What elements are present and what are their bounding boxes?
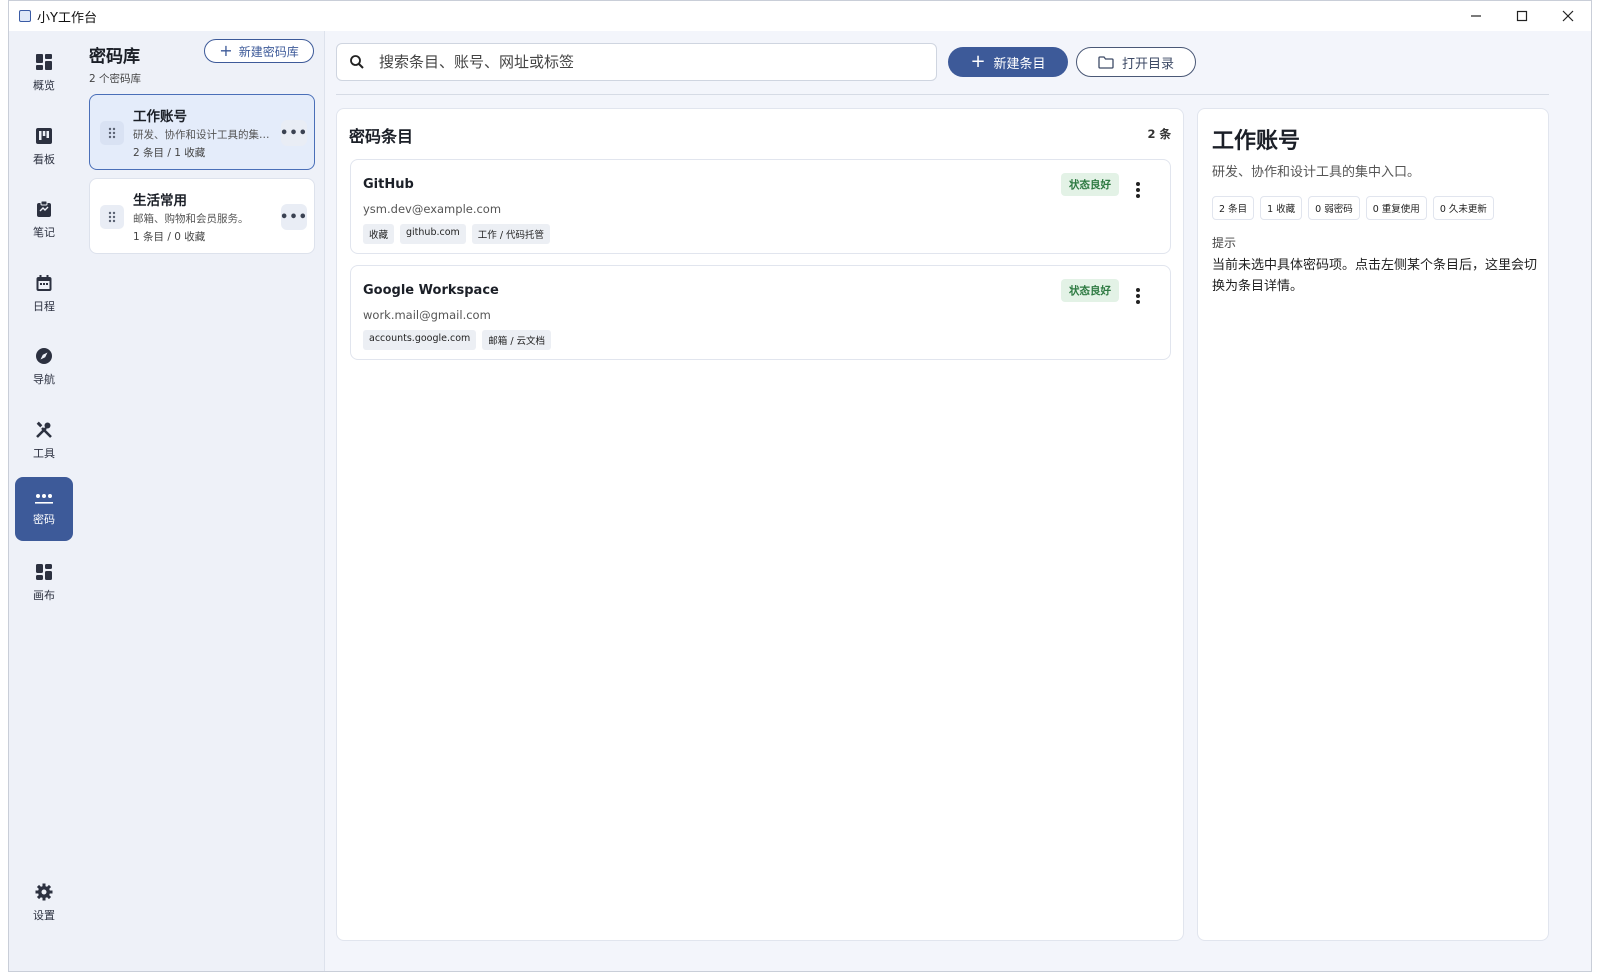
stats-chips: 2 条目 1 收藏 0 弱密码 0 重复使用 0 久未更新 <box>1212 196 1494 220</box>
status-badge: 状态良好 <box>1061 279 1119 302</box>
minimize-icon <box>1471 15 1481 17</box>
vault-panel: 密码库 2 个密码库 + 新建密码库 工作账号 研发、协作和设计工具的集中入口。… <box>81 31 325 971</box>
rail-item-tools[interactable]: 工具 <box>15 409 73 473</box>
rail-item-label: 笔记 <box>33 226 55 239</box>
vault-desc: 研发、协作和设计工具的集中入口。 <box>133 129 279 141</box>
tools-icon <box>36 421 52 438</box>
rail-item-label: 画布 <box>33 589 55 602</box>
calendar-icon <box>36 275 52 291</box>
stat-chip: 0 重复使用 <box>1365 196 1427 220</box>
rail-item-label: 日程 <box>33 300 55 313</box>
plus-icon: + <box>219 41 233 60</box>
entry-account: work.mail@gmail.com <box>363 308 491 322</box>
clipboard-icon <box>37 200 51 217</box>
stat-chip: 0 弱密码 <box>1308 196 1360 220</box>
minimize-button[interactable] <box>1453 1 1499 31</box>
rail-item-canvas[interactable]: 画布 <box>15 551 73 615</box>
rail-item-overview[interactable]: 概览 <box>15 41 73 105</box>
window-controls <box>1453 1 1591 31</box>
open-directory-button[interactable]: 打开目录 <box>1076 47 1196 77</box>
gear-icon <box>35 883 53 901</box>
vault-name: 工作账号 <box>133 109 187 125</box>
rail-item-label: 设置 <box>33 909 55 922</box>
rail-item-label: 导航 <box>33 373 55 386</box>
entry-tags: accounts.google.com 邮箱 / 云文档 <box>363 330 552 350</box>
detail-desc: 研发、协作和设计工具的集中入口。 <box>1212 165 1421 180</box>
vault-name: 生活常用 <box>133 193 187 209</box>
tag: 邮箱 / 云文档 <box>482 330 552 350</box>
vault-desc: 邮箱、购物和会员服务。 <box>133 213 249 225</box>
stat-chip: 0 久未更新 <box>1432 196 1494 220</box>
title-bar: 小Y工作台 <box>9 1 1591 31</box>
hint-text: 当前未选中具体密码项。点击左侧某个条目后，这里会切换为条目详情。 <box>1212 258 1538 294</box>
entries-panel: 密码条目 2 条 GitHub ysm.dev@example.com 收藏 g… <box>336 108 1184 941</box>
search-box[interactable] <box>336 43 937 81</box>
new-vault-label: 新建密码库 <box>238 44 299 59</box>
maximize-icon <box>1516 10 1528 22</box>
rail-item-password[interactable]: 密码 <box>15 477 73 541</box>
more-options-icon[interactable]: ••• <box>280 120 307 146</box>
vault-count: 2 个密码库 <box>89 73 142 85</box>
dashboard-icon <box>36 54 52 70</box>
status-badge: 状态良好 <box>1061 173 1119 196</box>
entries-count: 2 条 <box>1147 127 1171 141</box>
drag-handle-icon[interactable] <box>100 121 124 145</box>
entry-card-google[interactable]: Google Workspace work.mail@gmail.com acc… <box>350 265 1171 360</box>
vault-meta: 2 条目 / 1 收藏 <box>133 147 206 159</box>
drag-handle-icon[interactable] <box>100 205 124 229</box>
entry-name: GitHub <box>363 177 414 192</box>
rail-item-label: 工具 <box>33 447 55 460</box>
new-vault-button[interactable]: + 新建密码库 <box>204 39 314 63</box>
vault-meta: 1 条目 / 0 收藏 <box>133 231 206 243</box>
vault-panel-title: 密码库 <box>89 47 140 67</box>
detail-panel: 工作账号 研发、协作和设计工具的集中入口。 2 条目 1 收藏 0 弱密码 0 … <box>1197 108 1549 941</box>
entry-name: Google Workspace <box>363 283 499 298</box>
kanban-icon <box>36 128 52 144</box>
app-window: 小Y工作台 概览 看板 笔记 日程 导航 工具 密码 画布 设置 密码库 2 个… <box>8 0 1592 972</box>
vault-card-life[interactable]: 生活常用 邮箱、购物和会员服务。 1 条目 / 0 收藏 ••• <box>89 178 315 254</box>
new-entry-button[interactable]: + 新建条目 <box>948 47 1068 77</box>
rail-item-navigation[interactable]: 导航 <box>15 335 73 399</box>
entries-title: 密码条目 <box>349 127 414 146</box>
tag: 收藏 <box>363 224 395 244</box>
more-options-icon[interactable]: ••• <box>280 204 307 230</box>
nav-rail: 概览 看板 笔记 日程 导航 工具 密码 画布 设置 <box>9 31 82 971</box>
compass-icon <box>36 348 52 364</box>
entry-card-github[interactable]: GitHub ysm.dev@example.com 收藏 github.com… <box>350 159 1171 254</box>
rail-item-notes[interactable]: 笔记 <box>15 188 73 252</box>
tag: 工作 / 代码托管 <box>471 224 551 244</box>
kebab-menu-icon[interactable] <box>1128 284 1148 308</box>
rail-item-label: 概览 <box>33 79 55 92</box>
divider <box>336 94 1549 95</box>
open-directory-label: 打开目录 <box>1121 56 1174 72</box>
password-icon <box>35 494 53 504</box>
close-icon <box>1562 10 1574 22</box>
detail-title: 工作账号 <box>1212 129 1301 154</box>
kebab-menu-icon[interactable] <box>1128 178 1148 202</box>
plus-icon: + <box>970 51 986 72</box>
rail-item-kanban[interactable]: 看板 <box>15 115 73 179</box>
rail-item-settings[interactable]: 设置 <box>15 871 73 935</box>
search-input[interactable] <box>377 52 901 72</box>
vault-card-work[interactable]: 工作账号 研发、协作和设计工具的集中入口。 2 条目 / 1 收藏 ••• <box>89 94 315 170</box>
entry-account: ysm.dev@example.com <box>363 202 502 216</box>
window-title: 小Y工作台 <box>37 10 97 26</box>
rail-item-label: 密码 <box>33 513 55 526</box>
tag: github.com <box>400 224 466 244</box>
canvas-icon <box>36 564 52 580</box>
tag: accounts.google.com <box>363 330 477 350</box>
stat-chip: 1 收藏 <box>1260 196 1303 220</box>
rail-item-schedule[interactable]: 日程 <box>15 262 73 326</box>
stat-chip: 2 条目 <box>1212 196 1255 220</box>
app-icon <box>19 10 31 22</box>
close-button[interactable] <box>1545 1 1591 31</box>
hint-label: 提示 <box>1212 236 1237 250</box>
maximize-button[interactable] <box>1499 1 1545 31</box>
rail-item-label: 看板 <box>33 153 55 166</box>
entry-tags: 收藏 github.com 工作 / 代码托管 <box>363 224 551 244</box>
folder-icon <box>1098 55 1114 69</box>
search-icon <box>350 55 364 69</box>
new-entry-label: 新建条目 <box>993 56 1046 72</box>
